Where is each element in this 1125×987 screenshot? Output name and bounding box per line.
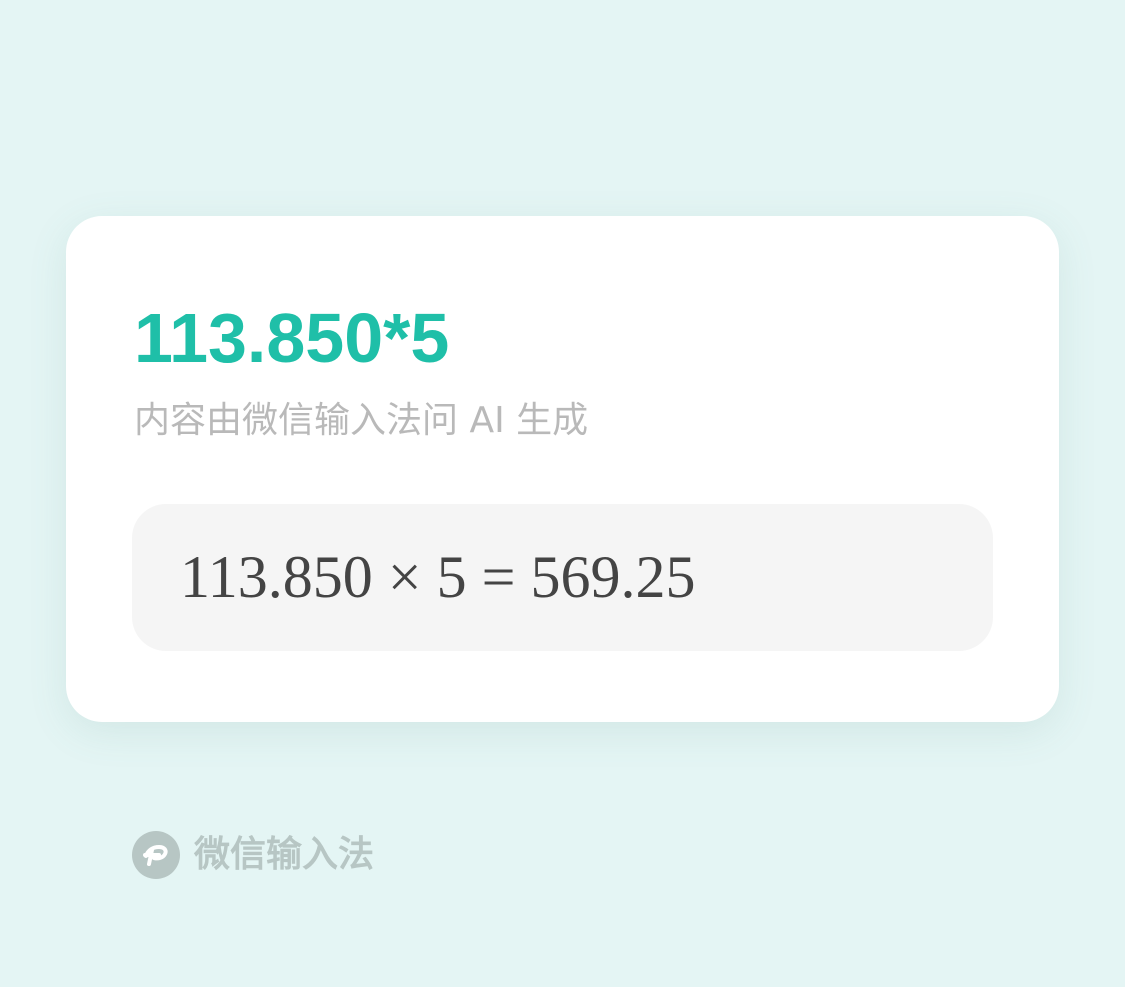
page: { "card": { "query": "113.850*5", "discl… [0,0,1125,987]
brand-name: 微信输入法 [194,834,375,875]
query-text: 113.850*5 [134,299,450,377]
answer-text: 113.850 × 5 = 569.25 [180,544,696,610]
ai-answer-card: 113.850*5 内容由微信输入法问 AI 生成 113.850 × 5 = … [66,216,1059,722]
wechat-input-method-logo-icon [132,831,180,879]
ai-generated-disclaimer: 内容由微信输入法问 AI 生成 [134,400,589,441]
brand-footer: 微信输入法 [132,830,374,880]
answer-box: 113.850 × 5 = 569.25 [132,504,993,651]
